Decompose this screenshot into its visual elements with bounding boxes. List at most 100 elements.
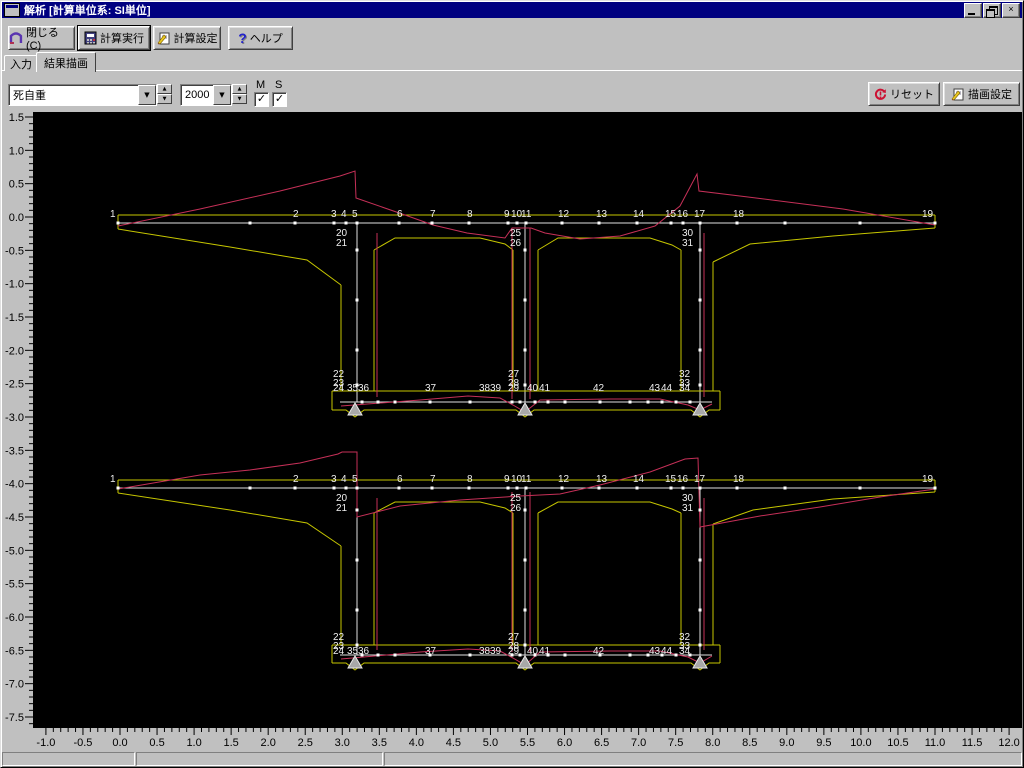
s-checkbox[interactable]: ✓ <box>272 92 287 107</box>
node-label: 39 <box>490 646 502 657</box>
node-label: 38 <box>479 383 491 394</box>
node-label: 36 <box>358 383 370 394</box>
node-label: 15 <box>665 209 677 220</box>
node-label: 34 <box>679 646 691 657</box>
node-label: 41 <box>539 646 551 657</box>
svg-text:4.5: 4.5 <box>446 737 461 749</box>
node-label: 39 <box>490 383 502 394</box>
svg-text:-5.0: -5.0 <box>5 545 24 557</box>
node-label: 24 <box>333 646 345 657</box>
drawing-canvas: -1.0 -0.5 0.0 0.5 1.0 1.5 2.0 2.5 3.0 3.5 4.0 4.5 5.… <box>5 112 1022 749</box>
node-label: 9 <box>504 209 510 220</box>
svg-text:6.0: 6.0 <box>557 737 572 749</box>
svg-text:-6.5: -6.5 <box>5 645 24 657</box>
node-label: 4 <box>341 474 347 485</box>
load-case-value: 死自重 <box>13 90 46 102</box>
svg-text:-1.0: -1.0 <box>5 279 24 291</box>
node-label: 21 <box>336 503 348 514</box>
node-label: 31 <box>682 238 694 249</box>
minimize-button[interactable] <box>964 2 982 18</box>
svg-text:6.5: 6.5 <box>594 737 609 749</box>
node-label: 1 <box>110 474 116 485</box>
svg-text:-0.5: -0.5 <box>73 737 92 749</box>
node-label: 5 <box>352 209 358 220</box>
svg-text:1.5: 1.5 <box>223 737 238 749</box>
help-label: ヘルプ <box>249 33 283 45</box>
node-label: 42 <box>593 383 605 394</box>
node-label: 44 <box>661 383 673 394</box>
draw-settings-button[interactable]: 描画設定 <box>943 82 1020 106</box>
svg-text:-7.0: -7.0 <box>5 679 24 691</box>
node-label: 1 <box>110 209 116 220</box>
node-label: 13 <box>596 209 608 220</box>
node-label: 29 <box>508 646 520 657</box>
node-label: 43 <box>649 383 661 394</box>
restore-button[interactable] <box>983 2 1001 18</box>
node-label: 2 <box>293 209 299 220</box>
run-calc-button[interactable]: 計算実行 <box>77 25 151 51</box>
node-label: 17 <box>694 474 706 485</box>
node-label: 40 <box>527 646 539 657</box>
spin-up-icon[interactable]: ▲ <box>157 84 172 94</box>
svg-text:5.0: 5.0 <box>483 737 498 749</box>
svg-text:-1.0: -1.0 <box>36 737 55 749</box>
node-label: 44 <box>661 646 673 657</box>
minimize-icon <box>968 12 975 15</box>
node-label: 35 <box>347 383 359 394</box>
spin-down-icon[interactable]: ▼ <box>232 94 247 104</box>
calc-settings-button[interactable]: 計算設定 <box>153 26 221 50</box>
node-label: 7 <box>430 209 436 220</box>
node-label: 36 <box>358 646 370 657</box>
node-label: 16 <box>677 209 689 220</box>
node-label: 35 <box>347 646 359 657</box>
node-label: 7 <box>430 474 436 485</box>
node-label: 17 <box>694 209 706 220</box>
close-button[interactable]: × <box>1002 2 1020 18</box>
spin-up-icon[interactable]: ▲ <box>232 84 247 94</box>
svg-text:8.5: 8.5 <box>742 737 757 749</box>
spin-down-icon[interactable]: ▼ <box>157 94 172 104</box>
node-label: 21 <box>336 238 348 249</box>
svg-text:4.0: 4.0 <box>409 737 424 749</box>
status-panel-3 <box>384 752 1022 766</box>
svg-text:10.0: 10.0 <box>850 737 871 749</box>
svg-text:-5.5: -5.5 <box>5 579 24 591</box>
svg-text:-3.5: -3.5 <box>5 445 24 457</box>
svg-text:11.0: 11.0 <box>925 737 946 749</box>
scale-combobox[interactable]: 2000 ▼ <box>180 84 232 106</box>
svg-text:-2.0: -2.0 <box>5 345 24 357</box>
svg-text:1.0: 1.0 <box>9 145 24 157</box>
tab-input[interactable]: 入力 <box>4 55 38 71</box>
svg-text:3.0: 3.0 <box>335 737 350 749</box>
reset-label: リセット <box>890 89 934 101</box>
reset-button[interactable]: リセット <box>868 82 940 106</box>
help-icon: ? <box>238 30 247 46</box>
node-label: 26 <box>510 503 522 514</box>
app-icon[interactable] <box>4 3 20 17</box>
svg-text:0.0: 0.0 <box>112 737 127 749</box>
svg-text:-4.5: -4.5 <box>5 512 24 524</box>
status-panel-1 <box>2 752 135 766</box>
node-label: 2 <box>293 474 299 485</box>
reset-icon <box>874 88 887 100</box>
node-label: 42 <box>593 646 605 657</box>
node-label: 40 <box>527 383 539 394</box>
help-button[interactable]: ? ヘルプ <box>228 26 293 50</box>
node-label: 19 <box>922 209 934 220</box>
chevron-down-icon[interactable]: ▼ <box>138 85 156 105</box>
svg-text:0.5: 0.5 <box>9 179 24 191</box>
m-checkbox[interactable]: ✓ <box>254 92 269 107</box>
scale-spinner[interactable]: ▲ ▼ <box>232 84 247 104</box>
svg-text:-6.0: -6.0 <box>5 612 24 624</box>
title-bar: 解析 [計算単位系: SI単位] × <box>2 2 1022 18</box>
node-label: 12 <box>558 474 570 485</box>
svg-text:-4.0: -4.0 <box>5 479 24 491</box>
svg-text:1.5: 1.5 <box>9 112 24 124</box>
load-case-spinner[interactable]: ▲ ▼ <box>157 84 172 104</box>
chevron-down-icon[interactable]: ▼ <box>213 85 231 105</box>
close-app-button[interactable]: 閉じる(C) <box>8 26 75 52</box>
svg-text:3.5: 3.5 <box>372 737 387 749</box>
tab-result-drawing[interactable]: 結果描画 <box>36 52 96 72</box>
calc-settings-label: 計算設定 <box>173 33 218 45</box>
load-case-combobox[interactable]: 死自重 ▼ <box>8 84 157 106</box>
